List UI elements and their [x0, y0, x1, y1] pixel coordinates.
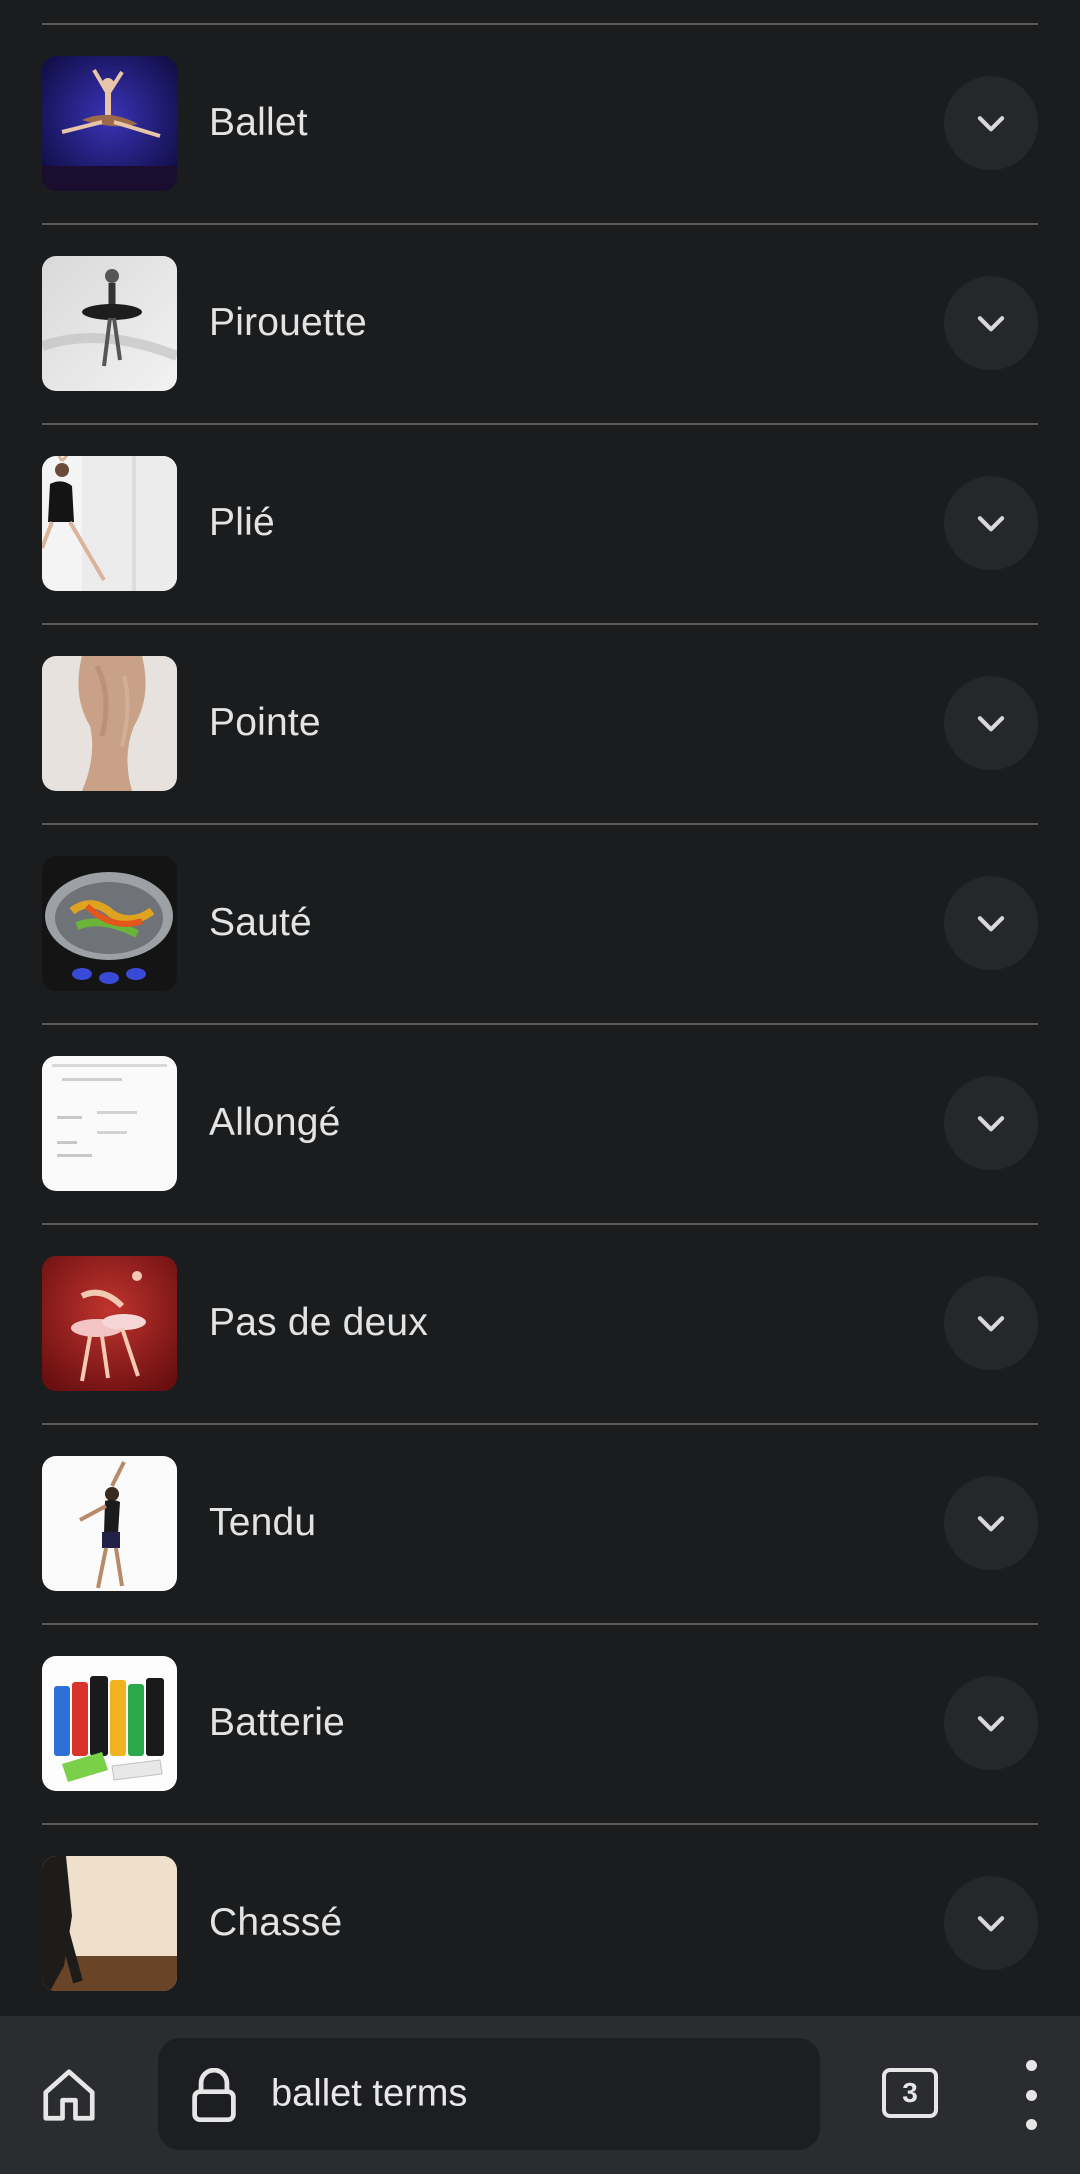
result-label: Allongé [209, 1101, 341, 1144]
expand-button[interactable] [944, 76, 1038, 170]
thumbnail-image [42, 1856, 177, 1991]
thumbnail-image [42, 656, 177, 791]
tab-count: 3 [902, 2077, 918, 2108]
list-item[interactable]: Pirouette [0, 225, 1080, 425]
thumbnail-image [42, 1456, 177, 1591]
thumbnail-image [42, 1256, 177, 1391]
result-label: Chassé [209, 1901, 343, 1944]
list-item[interactable]: Pointe [0, 625, 1080, 825]
search-results-page: Ballet Pirouette Plié Pointe Sauté Allon… [0, 0, 1080, 2174]
chevron-down-icon [977, 916, 1005, 932]
expand-button[interactable] [944, 476, 1038, 570]
list-item[interactable]: Sauté [0, 825, 1080, 1025]
chevron-down-icon [977, 1916, 1005, 1932]
browser-toolbar: ballet terms 3 [0, 2016, 1080, 2174]
result-label: Batterie [209, 1701, 346, 1744]
list-item[interactable]: Plié [0, 425, 1080, 625]
thumbnail-image [42, 856, 177, 991]
list-item[interactable]: Ballet [0, 25, 1080, 225]
result-label: Pirouette [209, 301, 367, 344]
thumbnail-image [42, 456, 177, 591]
list-item[interactable]: Tendu [0, 1425, 1080, 1625]
thumbnail-image [42, 56, 177, 191]
chevron-down-icon [977, 316, 1005, 332]
thumbnail-image [42, 1656, 177, 1791]
address-bar[interactable]: ballet terms [158, 2038, 820, 2150]
lock-icon[interactable] [188, 2068, 240, 2124]
address-bar-text: ballet terms [271, 2072, 468, 2115]
chevron-down-icon [977, 1116, 1005, 1132]
list-item[interactable]: Batterie [0, 1625, 1080, 1825]
expand-button[interactable] [944, 1276, 1038, 1370]
list-item[interactable]: Chassé [0, 1825, 1080, 2025]
expand-button[interactable] [944, 1876, 1038, 1970]
expand-button[interactable] [944, 1076, 1038, 1170]
result-label: Pointe [209, 701, 321, 744]
more-vert-icon[interactable] [1010, 2060, 1052, 2130]
result-label: Sauté [209, 901, 312, 944]
thumbnail-image [42, 256, 177, 391]
result-label: Ballet [209, 101, 308, 144]
chevron-down-icon [977, 716, 1005, 732]
chevron-down-icon [977, 516, 1005, 532]
chevron-down-icon [977, 1716, 1005, 1732]
chevron-down-icon [977, 1316, 1005, 1332]
result-label: Pas de deux [209, 1301, 429, 1344]
chevron-down-icon [977, 1516, 1005, 1532]
list-item[interactable]: Allongé [0, 1025, 1080, 1225]
result-label: Plié [209, 501, 275, 544]
list-item[interactable]: Pas de deux [0, 1225, 1080, 1425]
expand-button[interactable] [944, 676, 1038, 770]
expand-button[interactable] [944, 876, 1038, 970]
expand-button[interactable] [944, 1676, 1038, 1770]
result-label: Tendu [209, 1501, 317, 1544]
thumbnail-image [42, 1056, 177, 1191]
tab-switcher-button[interactable]: 3 [882, 2068, 938, 2118]
home-icon [43, 2069, 95, 2121]
home-button[interactable] [38, 2064, 100, 2126]
expand-button[interactable] [944, 276, 1038, 370]
chevron-down-icon [977, 116, 1005, 132]
expand-button[interactable] [944, 1476, 1038, 1570]
